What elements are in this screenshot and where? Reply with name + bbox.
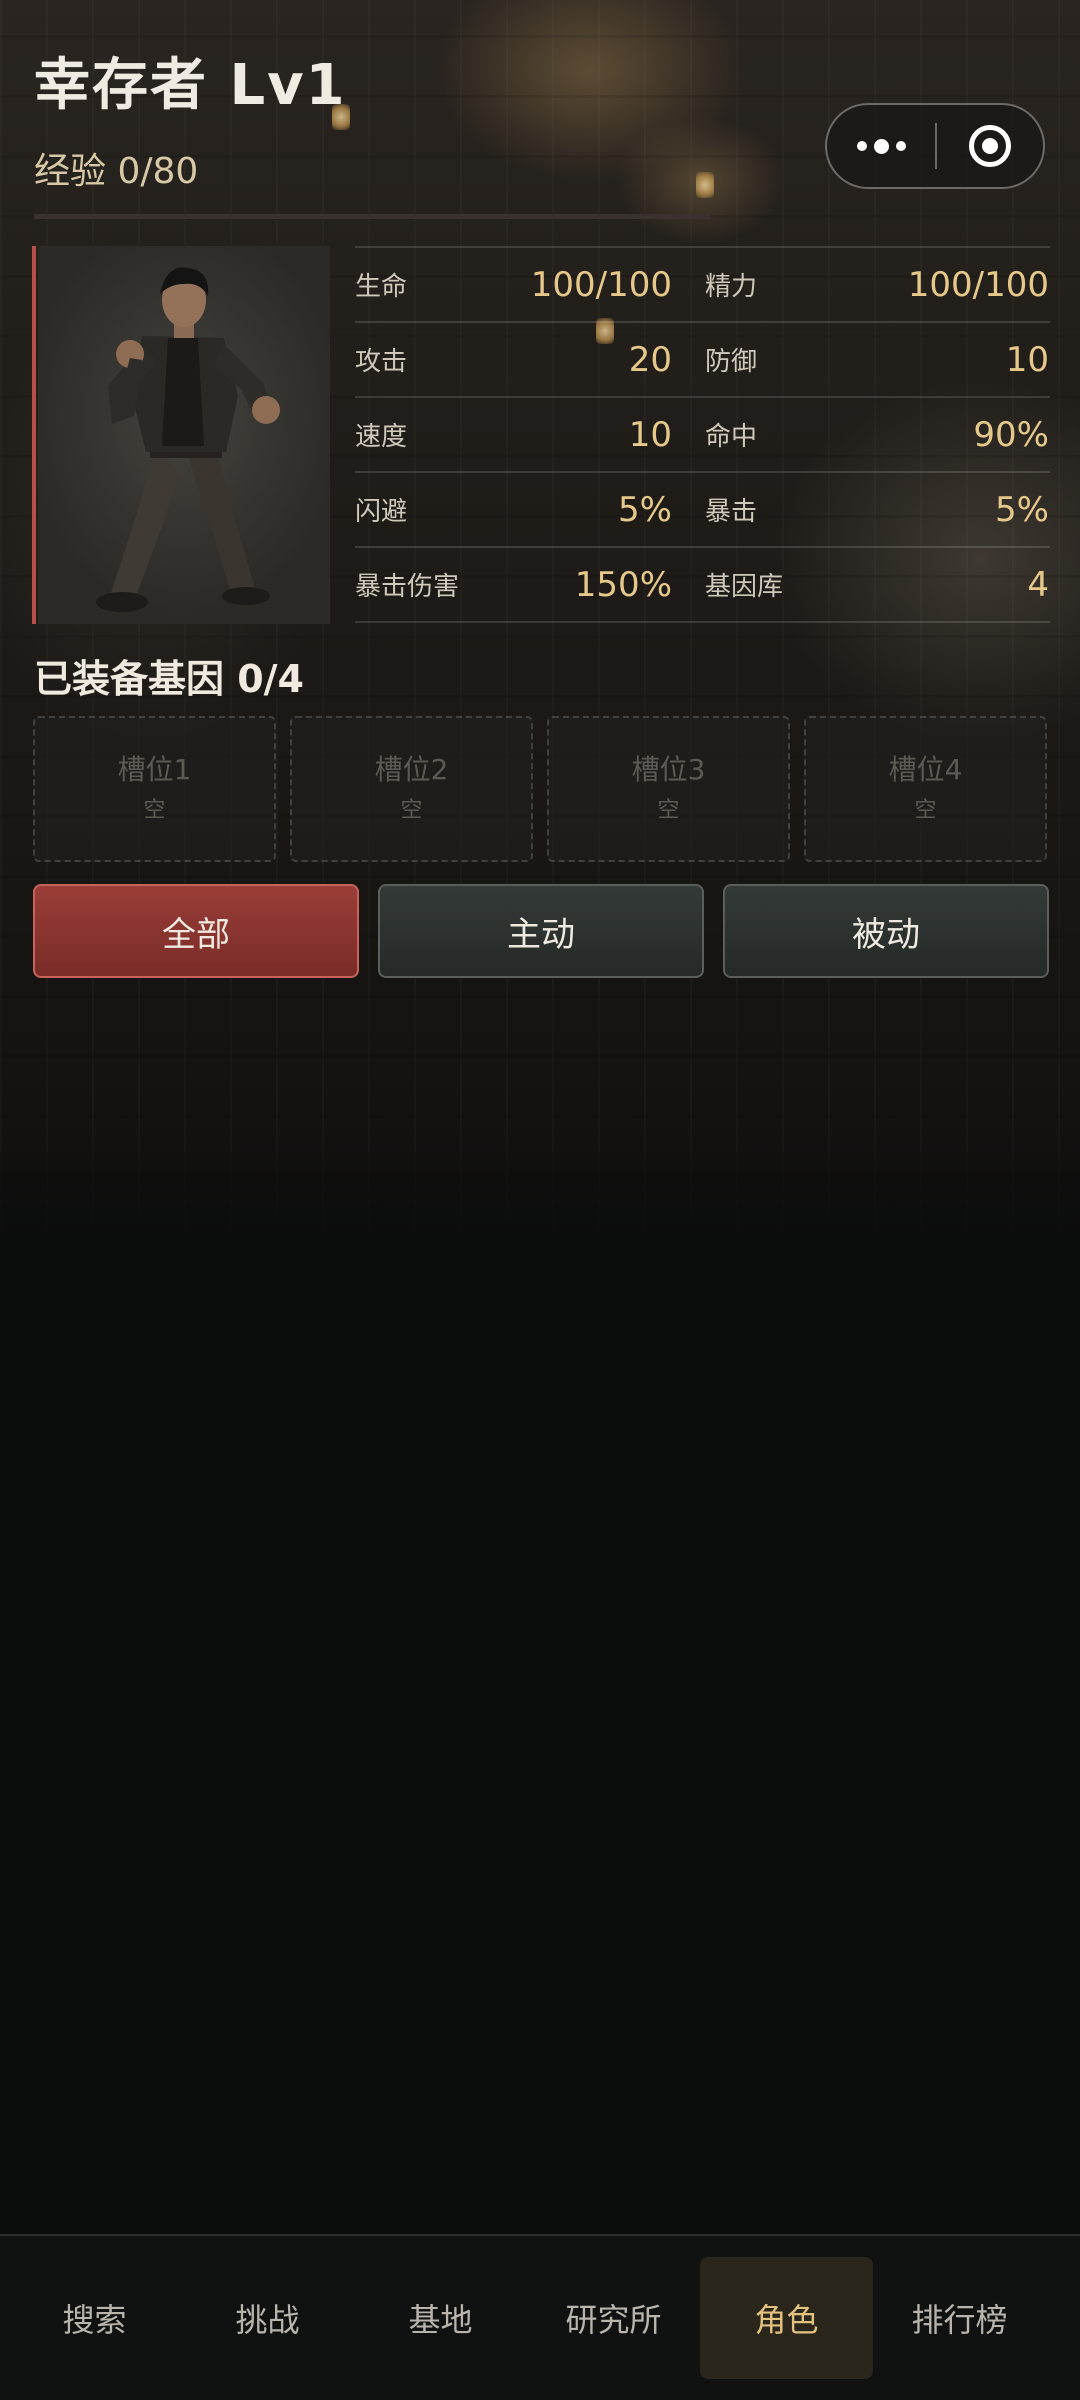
stat-value: 100/100 <box>907 264 1049 305</box>
gene-slots: 槽位1 空 槽位2 空 槽位3 空 槽位4 空 <box>33 716 1047 862</box>
portrait-accent-bar <box>32 246 36 624</box>
stats-grid: 生命 100/100 精力 100/100 攻击 20 防御 10 速度 10 命中 90% 闪避 5% 暴… <box>355 246 1050 623</box>
stat-value: 100/100 <box>530 264 672 305</box>
bottom-navigation: 搜索 挑战 基地 研究所 角色 排行榜 <box>0 2234 1080 2400</box>
stat-value: 150% <box>574 564 672 605</box>
stat-value: 10 <box>1005 339 1049 380</box>
lamp-light <box>696 172 714 198</box>
stat-value: 20 <box>628 339 672 380</box>
mini-program-capsule <box>825 103 1045 189</box>
stat-value: 5% <box>995 489 1049 530</box>
stat-cell: 基因库 4 <box>702 565 1049 605</box>
stat-row: 闪避 5% 暴击 5% <box>355 473 1050 548</box>
character-title: 幸存者 Lv1 <box>34 53 347 118</box>
filter-button[interactable]: 主动 <box>378 884 704 978</box>
gene-slot[interactable]: 槽位1 空 <box>33 716 276 862</box>
stat-label: 闪避 <box>355 497 408 527</box>
gene-filter-tabs: 全部 主动 被动 <box>33 884 1049 978</box>
filter-button[interactable]: 全部 <box>33 884 359 978</box>
gene-slot-state: 空 <box>914 798 937 823</box>
stat-label: 防御 <box>705 347 758 377</box>
gene-slot-state: 空 <box>400 798 423 823</box>
experience-label: 经验 0/80 <box>34 151 199 192</box>
gene-slot[interactable]: 槽位2 空 <box>290 716 533 862</box>
experience-bar <box>34 214 710 219</box>
nav-tab[interactable]: 基地 <box>354 2257 527 2379</box>
gene-slot-name: 槽位2 <box>374 753 449 786</box>
stat-cell: 暴击伤害 150% <box>355 565 702 605</box>
more-dots-icon <box>856 141 867 151</box>
stat-cell: 命中 90% <box>702 415 1049 455</box>
stat-cell: 速度 10 <box>355 415 702 455</box>
character-portrait <box>38 246 330 624</box>
game-screen: 幸存者 Lv1 经验 0/80 生命 100/100 精力 100/100 攻击… <box>0 0 1080 2400</box>
nav-tab[interactable]: 搜索 <box>8 2257 181 2379</box>
stat-label: 暴击 <box>705 497 758 527</box>
stat-cell: 防御 10 <box>702 340 1049 380</box>
gene-slot-name: 槽位3 <box>631 753 706 786</box>
fighter-figure <box>96 267 280 612</box>
stat-row: 速度 10 命中 90% <box>355 398 1050 473</box>
stat-row: 攻击 20 防御 10 <box>355 323 1050 398</box>
stat-value: 4 <box>1027 564 1049 605</box>
stat-label: 攻击 <box>355 347 408 377</box>
stat-value: 90% <box>973 414 1049 455</box>
stat-row: 暴击伤害 150% 基因库 4 <box>355 548 1050 623</box>
gene-slot-name: 槽位4 <box>888 753 963 786</box>
gene-slot[interactable]: 槽位3 空 <box>547 716 790 862</box>
stat-cell: 攻击 20 <box>355 340 702 380</box>
stat-label: 命中 <box>705 422 758 452</box>
gene-slot-state: 空 <box>657 798 680 823</box>
stat-cell: 暴击 5% <box>702 490 1049 530</box>
stat-cell: 生命 100/100 <box>355 265 702 305</box>
stat-cell: 闪避 5% <box>355 490 702 530</box>
nav-tab[interactable]: 研究所 <box>527 2257 700 2379</box>
stat-label: 速度 <box>355 422 408 452</box>
stat-value: 10 <box>628 414 672 455</box>
more-button[interactable] <box>827 105 935 187</box>
equipped-genes-title: 已装备基因 0/4 <box>34 657 304 701</box>
nav-tab[interactable]: 挑战 <box>181 2257 354 2379</box>
more-dots-icon <box>895 141 906 151</box>
stat-label: 精力 <box>705 272 758 302</box>
gene-slot[interactable]: 槽位4 空 <box>804 716 1047 862</box>
stat-label: 暴击伤害 <box>355 572 460 602</box>
stat-cell: 精力 100/100 <box>702 265 1049 305</box>
nav-tab[interactable]: 角色 <box>700 2257 873 2379</box>
close-button[interactable] <box>937 105 1043 187</box>
stat-row: 生命 100/100 精力 100/100 <box>355 248 1050 323</box>
more-dots-icon <box>873 138 889 154</box>
filter-button[interactable]: 被动 <box>723 884 1049 978</box>
gene-slot-state: 空 <box>143 798 166 823</box>
record-ring-icon <box>969 125 1011 167</box>
stat-label: 基因库 <box>705 572 784 602</box>
stat-label: 生命 <box>355 272 408 302</box>
nav-tab[interactable]: 排行榜 <box>873 2257 1046 2379</box>
gene-slot-name: 槽位1 <box>117 753 192 786</box>
stat-value: 5% <box>618 489 672 530</box>
